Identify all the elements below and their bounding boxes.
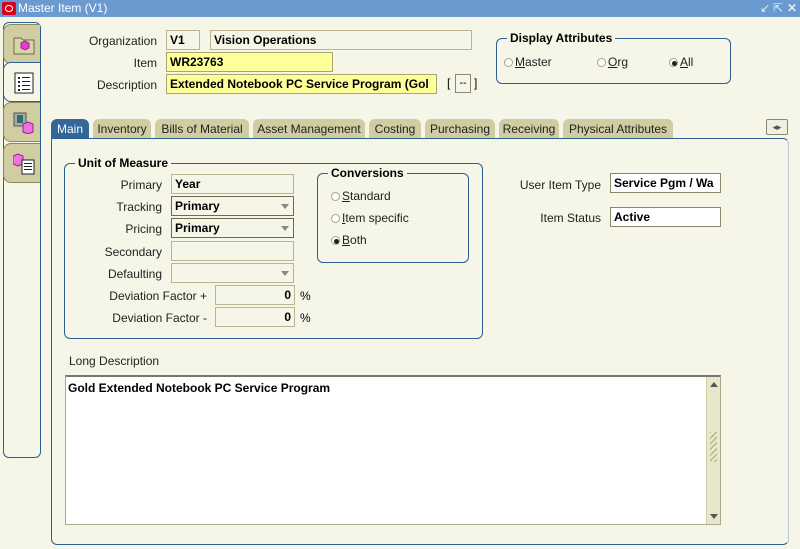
scroll-grip-icon[interactable] (710, 432, 717, 462)
cube-list-icon (13, 153, 35, 175)
deviation-plus-label: Deviation Factor + (109, 289, 207, 303)
maximize-icon[interactable]: ⇱ (773, 1, 783, 15)
radio-org[interactable]: Org (597, 55, 628, 69)
tab-purchasing[interactable]: Purchasing (425, 119, 495, 139)
minimize-icon[interactable]: ↙ (760, 1, 770, 15)
item-label: Item (133, 56, 157, 70)
unit-of-measure-title: Unit of Measure (75, 156, 172, 170)
tracking-value: Primary (175, 199, 220, 213)
item-field[interactable]: WR23763 (166, 52, 333, 72)
description-label: Description (96, 78, 157, 92)
scroll-up-icon[interactable] (710, 382, 718, 387)
deviation-minus-percent: % (300, 311, 311, 325)
organization-label: Organization (88, 34, 157, 48)
secondary-uom-field[interactable] (171, 241, 294, 261)
tab-main[interactable]: Main (51, 119, 89, 139)
description-field[interactable]: Extended Notebook PC Service Program (Go… (166, 74, 437, 94)
radio-all[interactable]: All (669, 55, 693, 69)
organization-code-field[interactable]: V1 (166, 30, 200, 50)
long-description-textarea[interactable]: Gold Extended Notebook PC Service Progra… (65, 375, 721, 525)
radio-both-indicator[interactable] (331, 236, 340, 245)
title-bar: Master Item (V1) ↙ ⇱ ✕ (0, 0, 800, 17)
building-cube-icon (13, 112, 34, 134)
item-status-field[interactable]: Active (610, 207, 721, 227)
tracking-select[interactable]: Primary (171, 196, 294, 216)
descriptive-flexfield-button[interactable]: -- (455, 74, 471, 93)
organization-name-field[interactable]: Vision Operations (210, 30, 472, 50)
oracle-logo-icon (2, 2, 16, 15)
user-item-type-label: User Item Type (519, 178, 601, 192)
radio-item-specific[interactable]: Item specific (331, 211, 409, 225)
radio-all-indicator[interactable] (669, 58, 678, 67)
left-tab-folder-item[interactable] (3, 24, 40, 64)
deviation-minus-field[interactable]: 0 (215, 307, 295, 327)
defaulting-select[interactable] (171, 263, 294, 283)
window-title: Master Item (V1) (18, 1, 108, 15)
chevron-down-icon[interactable] (281, 271, 289, 276)
tab-inventory[interactable]: Inventory (93, 119, 151, 139)
radio-org-indicator[interactable] (597, 58, 606, 67)
tab-bills-of-material[interactable]: Bills of Material (155, 119, 249, 139)
left-tab-org-item[interactable] (3, 102, 40, 142)
radio-item-specific-indicator[interactable] (331, 214, 340, 223)
pricing-label: Pricing (125, 222, 162, 236)
flex-bracket-right: ] (474, 76, 478, 90)
long-description-label: Long Description (69, 354, 160, 368)
radio-standard-indicator[interactable] (331, 192, 340, 201)
conversions-title: Conversions (328, 166, 407, 180)
secondary-label: Secondary (104, 245, 162, 259)
radio-master[interactable]: Master (504, 55, 552, 69)
display-attributes-title: Display Attributes (507, 31, 616, 45)
defaulting-label: Defaulting (107, 267, 162, 281)
primary-uom-label: Primary (120, 178, 162, 192)
flex-bracket-left: [ (447, 76, 451, 90)
scroll-down-icon[interactable] (710, 514, 718, 519)
chevron-down-icon[interactable] (281, 226, 289, 231)
folder-cube-icon (13, 37, 35, 55)
deviation-plus-field[interactable]: 0 (215, 285, 295, 305)
user-item-type-field[interactable]: Service Pgm / Wa (610, 173, 721, 193)
primary-uom-field[interactable]: Year (171, 174, 294, 194)
long-description-scrollbar[interactable] (706, 377, 720, 524)
tab-asset-management[interactable]: Asset Management (253, 119, 365, 139)
tab-receiving[interactable]: Receiving (499, 119, 559, 139)
tab-physical-attributes[interactable]: Physical Attributes (563, 119, 673, 139)
item-status-label: Item Status (540, 211, 601, 225)
radio-standard[interactable]: Standard (331, 189, 391, 203)
left-tab-item-list[interactable] (3, 143, 40, 183)
deviation-plus-percent: % (300, 289, 311, 303)
chevron-down-icon[interactable] (281, 204, 289, 209)
tab-scroll-button[interactable]: ◂▸ (766, 119, 788, 135)
radio-master-indicator[interactable] (504, 58, 513, 67)
tab-costing[interactable]: Costing (369, 119, 421, 139)
list-icon (14, 72, 34, 94)
close-icon[interactable]: ✕ (787, 1, 797, 15)
tracking-label: Tracking (116, 200, 162, 214)
long-description-text: Gold Extended Notebook PC Service Progra… (68, 381, 331, 395)
pricing-value: Primary (175, 221, 220, 235)
radio-both[interactable]: Both (331, 233, 367, 247)
deviation-minus-label: Deviation Factor - (112, 311, 207, 325)
pricing-select[interactable]: Primary (171, 218, 294, 238)
left-tab-list[interactable] (3, 62, 40, 102)
